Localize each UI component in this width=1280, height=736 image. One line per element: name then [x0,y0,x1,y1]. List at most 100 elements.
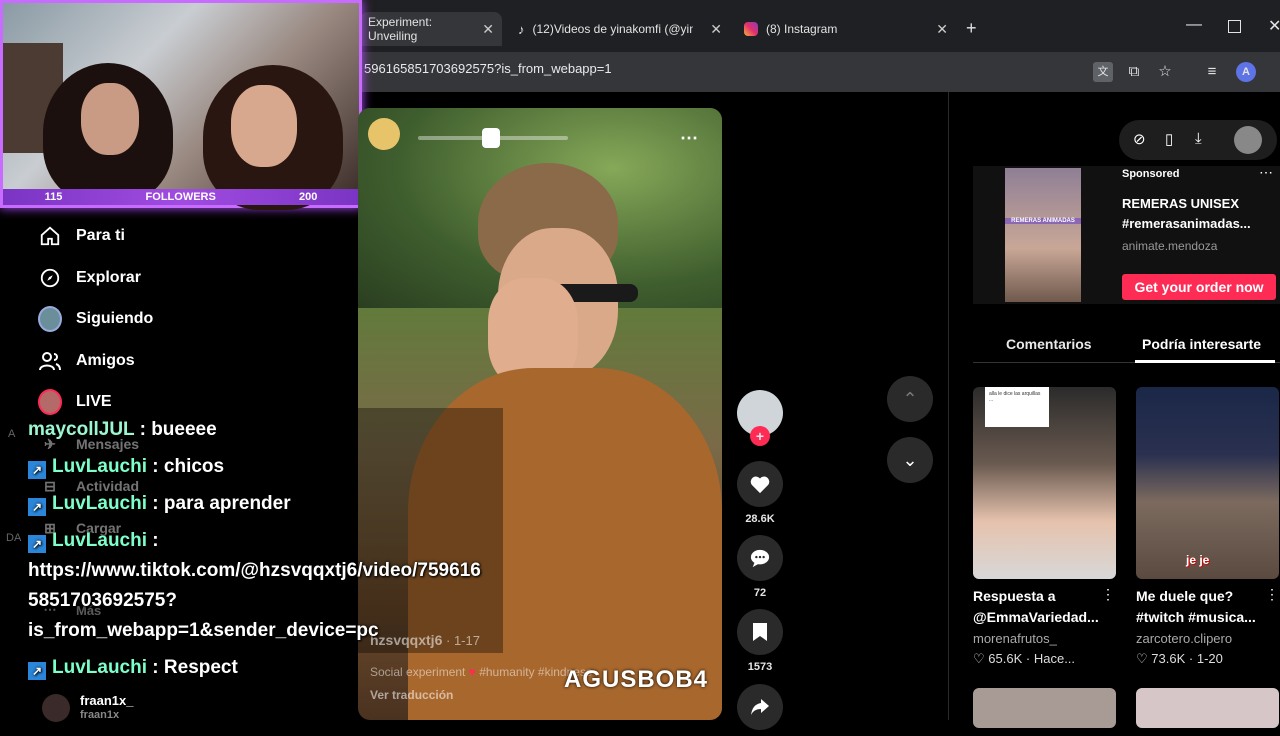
next-video-button[interactable]: ⌄ [887,437,933,483]
avatar-icon [38,306,62,332]
cast-icon[interactable]: ⧉ [1124,62,1144,82]
more-options-icon[interactable]: ⋯ [680,128,698,149]
chat-text: : para aprender [147,493,291,514]
sidebar-item-siguiendo[interactable]: Siguiendo [38,306,154,332]
tab-tiktok[interactable]: ♪ (12)Videos de yinakomfi (@yin ✕ [510,12,730,46]
ad-handle[interactable]: animate.mendoza [1122,239,1217,253]
related-video-date: 1-20 [1196,651,1223,666]
right-panel: ⊘ ▯ ⤓ REMERAS ANIMADAS Sponsored ⋯ REMER… [948,92,1280,728]
share-button[interactable] [736,684,784,736]
sidebar-edge-letter: A [8,428,16,440]
ad-thumbnail-text: REMERAS ANIMADAS [1005,218,1081,224]
compass-icon [38,266,62,290]
translate-link[interactable]: Ver traducción [370,688,453,702]
close-icon[interactable]: ✕ [710,21,722,38]
live-icon [38,389,62,415]
chat-link-line: https://www.tiktok.com/@hzsvqqxtj6/video… [28,560,481,581]
nav-label: Siguiendo [76,310,154,327]
ad-title: REMERAS UNISEX #remerasanimadas... [1122,196,1251,231]
sidebar-item-para-ti[interactable]: Para ti [38,224,125,248]
user-avatar[interactable] [1234,126,1262,154]
related-video-likes: 73.6K [1151,651,1186,666]
video-date: 1-17 [453,633,480,648]
related-video-stats: ♡ 65.6K · Hace... [973,651,1075,667]
chat-badge-icon: ↗ [28,535,46,553]
reading-list-icon[interactable]: ≡ [1202,62,1222,82]
heart-outline-icon: ♡ [1136,651,1148,666]
like-button[interactable]: 28.6K [736,461,784,525]
tab-experiment[interactable]: Experiment: Unveiling ✕ [360,12,502,46]
bookmark-icon [737,609,783,655]
sidebar-item-amigos[interactable]: Amigos [38,349,135,373]
share-icon [737,684,783,730]
video-options-icon[interactable]: ⋮ [1265,586,1279,603]
volume-slider-handle[interactable] [482,128,500,148]
save-button[interactable]: 1573 [736,609,784,673]
chat-message: maycollJUL : bueeee [28,419,217,441]
window-close-icon[interactable]: ✕ [1268,16,1280,36]
chat-badge-icon: ↗ [28,498,46,516]
thumbnail-overlay-text: alla le dice las arquillas ... [985,387,1049,427]
chat-user: LuvLauchi [52,530,148,551]
followers-goal-bar: 115 FOLLOWERS 200 [3,189,359,205]
maximize-icon[interactable] [1228,20,1241,33]
chevron-down-icon: ⌄ [902,449,918,470]
download-icon[interactable]: ⤓ [1195,130,1202,147]
sidebar-item-live[interactable]: LIVE [38,389,112,415]
related-video-thumbnail[interactable] [1136,688,1279,728]
bookmark-star-icon[interactable]: ☆ [1155,62,1175,82]
minimize-icon[interactable]: — [1186,16,1202,34]
related-video-author[interactable]: morenafrutos_ [973,631,1057,646]
chevron-up-icon: ⌃ [902,388,918,409]
related-video-title[interactable]: Me duele que? #twitch #musica... [1136,586,1266,628]
tab-related[interactable]: Podría interesarte [1142,336,1261,352]
chat-badge-icon: ↗ [28,662,46,680]
video-author[interactable]: hzsvqqxtj6 [370,632,442,648]
related-video-stats: ♡ 73.6K · 1-20 [1136,651,1223,667]
video-options-icon[interactable]: ⋮ [1101,586,1115,603]
ad-cta-button[interactable]: Get your order now [1122,274,1276,300]
translate-icon[interactable]: 文 [1093,62,1113,82]
comment-button[interactable]: 72 [736,535,784,599]
close-icon[interactable]: ✕ [482,21,494,38]
video-date-separator: · [445,633,454,648]
instagram-icon [744,22,758,36]
ad-more-icon[interactable]: ⋯ [1259,164,1273,181]
close-icon[interactable]: ✕ [936,21,948,38]
sidebar-item-explorar[interactable]: Explorar [38,266,141,290]
profile-avatar[interactable]: A [1236,62,1256,82]
video-meta: hzsvqqxtj6 · 1-17 [370,632,480,648]
tab-instagram[interactable]: (8) Instagram ✕ [736,12,956,46]
heart-emoji-icon: ♥ [468,665,476,679]
ui-overlay-shadow [358,408,503,653]
related-video-thumbnail[interactable] [973,688,1116,728]
nav-label: LIVE [76,393,112,410]
stats-separator: · [1188,651,1197,666]
new-tab-button[interactable]: + [966,18,977,39]
previous-video-button[interactable]: ⌃ [887,376,933,422]
thumbnail-overlay-text: je je [1186,553,1210,567]
like-count: 28.6K [745,513,775,525]
ad-thumbnail[interactable]: REMERAS ANIMADAS [1005,168,1081,302]
watermark: AGUSBOB4 [564,666,709,693]
heart-outline-icon: ♡ [973,651,985,666]
url-field[interactable]: 596165851703692575?is_from_webapp=1 [364,61,612,76]
caption-text: Social experiment [370,665,466,679]
tab-comments[interactable]: Comentarios [1006,336,1092,352]
followers-goal: 200 [299,191,318,203]
creator-avatar[interactable]: + [736,390,784,446]
related-video-thumbnail[interactable]: je je [1136,387,1279,579]
follow-plus-icon[interactable]: + [750,426,770,446]
related-video-thumbnail[interactable]: alla le dice las arquillas ... [973,387,1116,579]
phone-icon[interactable]: ▯ [1165,130,1173,148]
compass-icon[interactable]: ⊘ [1133,130,1146,148]
chat-link-line: is_from_webapp=1&sender_device=pc [28,620,379,641]
video-player[interactable]: ⋯ hzsvqqxtj6 · 1-17 Social experiment ♥ … [358,108,722,720]
related-video-author[interactable]: zarcotero.clipero [1136,631,1232,646]
related-video-title[interactable]: Respuesta a @EmmaVariedad... [973,586,1103,628]
volume-icon[interactable] [368,118,400,150]
following-account[interactable]: fraan1x_ fraan1x [42,694,133,722]
friends-icon [38,349,62,373]
face-left [81,83,139,155]
chat-user: maycollJUL [28,419,135,440]
